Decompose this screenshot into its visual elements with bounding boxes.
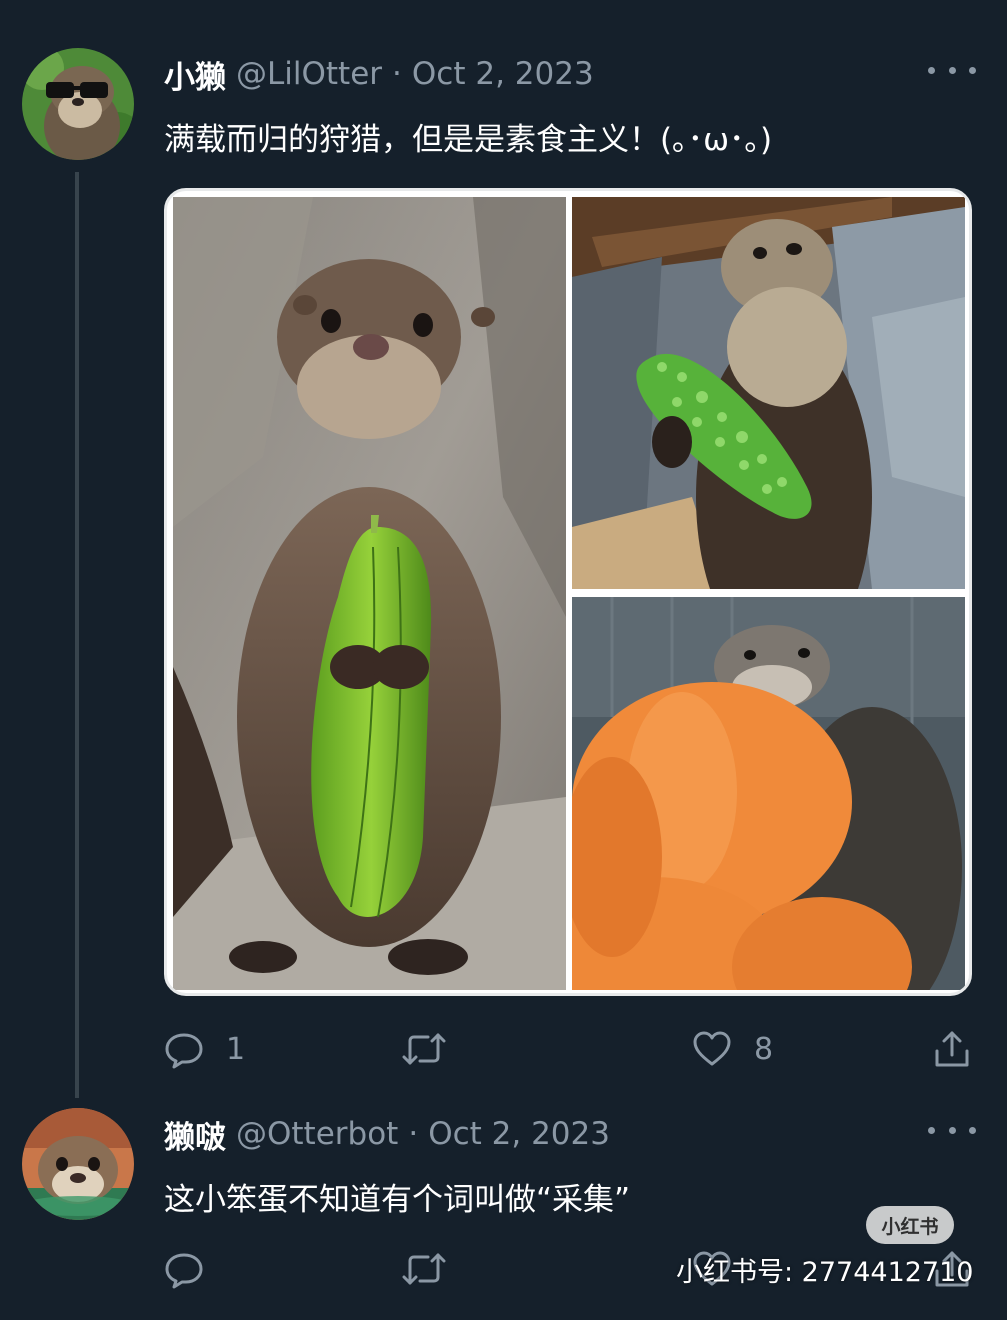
retweet-icon	[402, 1033, 446, 1065]
thread-connector-line	[75, 172, 79, 1098]
xiaohongshu-watermark-badge: 小红书	[866, 1206, 954, 1244]
more-icon[interactable]	[928, 1120, 976, 1140]
tweet-date[interactable]: Oct 2, 2023	[412, 56, 594, 92]
reply-button[interactable]	[164, 1244, 204, 1294]
retweet-button[interactable]	[402, 1244, 446, 1294]
tweet-text: 满载而归的狩猎，但是是素食主义！(｡･ω･｡)	[164, 122, 773, 158]
avatar-otterbot[interactable]	[22, 1108, 134, 1220]
separator-dot: ·	[392, 56, 402, 92]
otter-hugging-pumpkin-photo[interactable]	[572, 597, 965, 990]
retweet-icon	[402, 1253, 446, 1285]
otter-holding-bitter-melon-photo[interactable]	[572, 197, 965, 589]
separator-dot: ·	[408, 1116, 419, 1152]
reply-count: 1	[226, 1031, 246, 1067]
retweet-button[interactable]	[402, 1024, 468, 1074]
avatar-lilotter[interactable]	[22, 48, 134, 160]
user-handle[interactable]: @LilOtter	[236, 56, 382, 92]
like-button[interactable]: 8	[692, 1024, 773, 1074]
tweet-date[interactable]: Oct 2, 2023	[428, 1116, 610, 1152]
display-name[interactable]: 小獭	[164, 52, 226, 97]
more-icon[interactable]	[928, 60, 976, 80]
tweet-action-bar: 1 8	[164, 1024, 976, 1074]
like-icon	[693, 1031, 731, 1066]
share-button[interactable]	[932, 1024, 972, 1074]
xiaohongshu-watermark-id: 小红书号: 2774412710	[676, 1257, 974, 1288]
reply-icon	[165, 1253, 203, 1289]
otter-holding-luffa-photo[interactable]	[173, 197, 566, 990]
tweet-header: 獭啵 @Otterbot · Oct 2, 2023	[164, 1112, 610, 1156]
tweet-header: 小獭 @LilOtter · Oct 2, 2023	[164, 52, 594, 96]
user-handle[interactable]: @Otterbot	[236, 1116, 398, 1152]
display-name[interactable]: 獭啵	[164, 1112, 226, 1157]
reply-button[interactable]: 1	[164, 1024, 245, 1074]
tweet-text: 这小笨蛋不知道有个词叫做“采集”	[164, 1182, 631, 1218]
reply-icon	[165, 1033, 203, 1069]
like-count: 8	[754, 1031, 774, 1067]
media-grid[interactable]	[164, 188, 972, 996]
share-icon	[935, 1031, 969, 1067]
